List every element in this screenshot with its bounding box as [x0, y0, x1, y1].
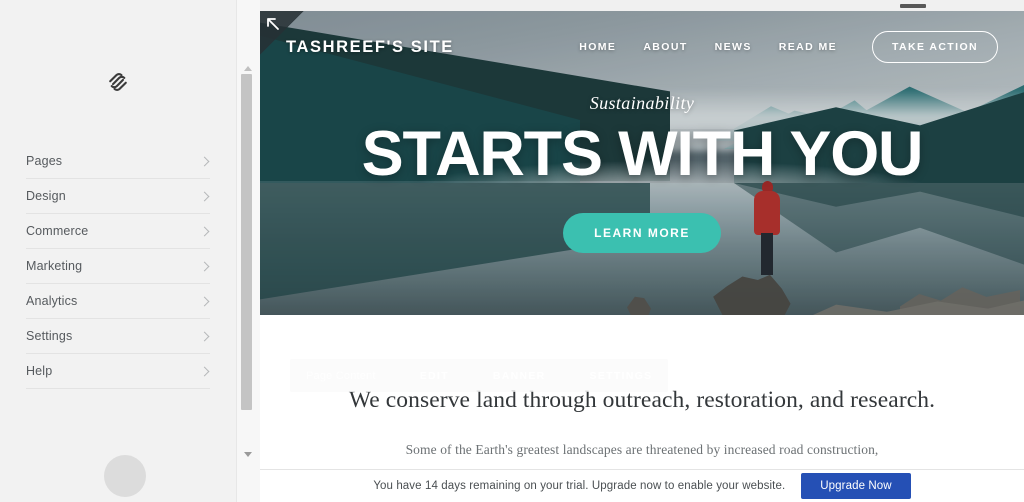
sidebar-item-label: Analytics [26, 294, 78, 308]
hero-title: STARTS WITH YOU [361, 119, 924, 190]
site-title[interactable]: TASHREEF'S SITE [286, 38, 454, 57]
scroll-down-arrow-icon[interactable] [244, 452, 252, 457]
learn-more-button[interactable]: LEARN MORE [563, 212, 721, 253]
chevron-right-icon [199, 296, 210, 306]
sidebar-item-label: Design [26, 189, 66, 203]
sidebar-item-settings[interactable]: Settings [26, 319, 210, 354]
chevron-right-icon [199, 226, 210, 236]
squarespace-editor-window: Pages Design Commerce Marketing Analytic… [0, 0, 1024, 502]
sidebar-item-help[interactable]: Help [26, 354, 210, 389]
sidebar-item-label: Commerce [26, 224, 89, 238]
nav-link-home[interactable]: HOME [579, 41, 616, 53]
site-nav: HOME ABOUT NEWS READ ME TAKE ACTION [579, 31, 998, 63]
sidebar-item-label: Settings [26, 329, 73, 343]
sidebar-item-commerce[interactable]: Commerce [26, 214, 210, 249]
site-preview-frame: TASHREEF'S SITE HOME ABOUT NEWS READ ME … [260, 11, 1024, 502]
left-sidebar: Pages Design Commerce Marketing Analytic… [0, 0, 236, 502]
squarespace-logo-icon[interactable] [0, 68, 236, 96]
trial-message: You have 14 days remaining on your trial… [373, 480, 786, 492]
sidebar-item-analytics[interactable]: Analytics [26, 284, 210, 319]
preview-top-strip [260, 0, 1024, 11]
body-paragraph: Some of the Earth's greatest landscapes … [405, 442, 879, 457]
scroll-up-arrow-icon[interactable] [244, 66, 252, 71]
nav-link-about[interactable]: ABOUT [643, 41, 687, 53]
drag-handle[interactable] [900, 4, 926, 8]
take-action-button[interactable]: TAKE ACTION [872, 31, 998, 63]
toolbar-settings-button[interactable]: SETTINGS [590, 370, 653, 382]
chevron-right-icon [199, 156, 210, 166]
hero-eyebrow: Sustainability [589, 93, 695, 114]
toolbar-banner-button[interactable]: BANNER [493, 370, 546, 382]
arrow-up-left-icon[interactable] [260, 11, 304, 55]
site-header: TASHREEF'S SITE HOME ABOUT NEWS READ ME … [260, 11, 1024, 83]
chevron-right-icon [199, 191, 210, 201]
avatar[interactable] [104, 455, 146, 497]
page-content-toolbar: Page Content EDIT BANNER SETTINGS [290, 359, 669, 392]
sidebar-item-design[interactable]: Design [26, 179, 210, 214]
toolbar-edit-button[interactable]: EDIT [420, 370, 449, 382]
trial-notice-bar: You have 14 days remaining on your trial… [260, 469, 1024, 502]
sidebar-item-label: Marketing [26, 259, 83, 273]
sidebar-scrollbar[interactable] [236, 0, 260, 502]
upgrade-now-button[interactable]: Upgrade Now [801, 473, 911, 499]
sidebar-item-label: Help [26, 364, 53, 378]
chevron-right-icon [199, 261, 210, 271]
toolbar-section-label: Page Content [306, 369, 376, 382]
nav-link-read-me[interactable]: READ ME [779, 41, 837, 53]
sidebar-item-label: Pages [26, 154, 63, 168]
scrollbar-thumb[interactable] [241, 74, 252, 410]
chevron-right-icon [199, 366, 210, 376]
sidebar-nav-list: Pages Design Commerce Marketing Analytic… [0, 144, 236, 389]
sidebar-item-marketing[interactable]: Marketing [26, 249, 210, 284]
chevron-right-icon [199, 331, 210, 341]
nav-link-news[interactable]: NEWS [715, 41, 752, 53]
sidebar-item-pages[interactable]: Pages [26, 144, 210, 179]
hero-banner: TASHREEF'S SITE HOME ABOUT NEWS READ ME … [260, 11, 1024, 315]
